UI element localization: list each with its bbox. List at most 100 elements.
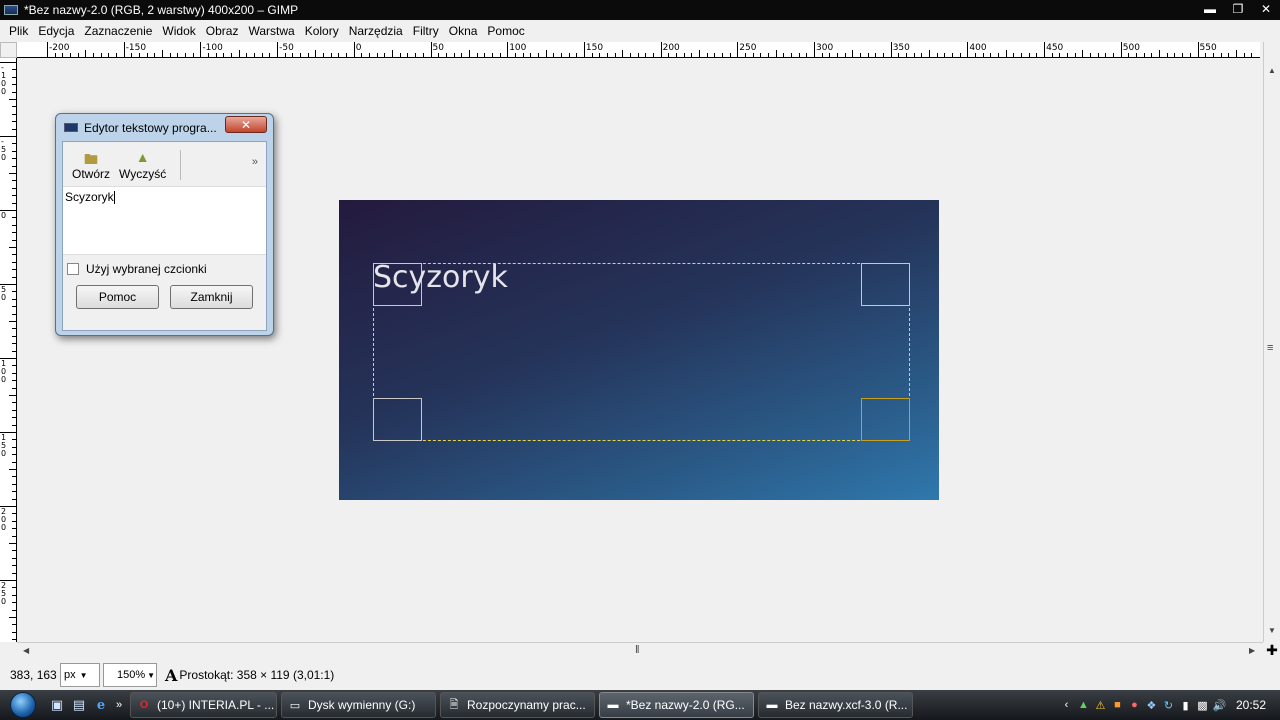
ruler-tick (1028, 53, 1030, 57)
help-button[interactable]: Pomoc (76, 285, 159, 309)
gimp-app-icon (4, 5, 18, 15)
handle-bottom-left[interactable] (373, 398, 422, 441)
ruler-tick (62, 53, 64, 57)
scroll-grip-icon[interactable]: ≡ (1267, 342, 1273, 354)
quick-mask-toggle[interactable] (0, 42, 17, 58)
tray-warning-icon[interactable]: ⚠ (1092, 697, 1109, 713)
ruler-tick (231, 53, 233, 57)
unit-selector[interactable]: px ▼ (60, 663, 100, 687)
ruler-tick (614, 53, 616, 57)
quicklaunch-more-icon[interactable]: » (112, 695, 126, 715)
chevron-down-icon: ▼ (79, 670, 88, 680)
image-canvas[interactable]: Scyzoryk (339, 200, 939, 500)
ruler-tick (376, 53, 378, 57)
tray-network-icon[interactable]: ▲ (1075, 697, 1092, 713)
menu-narzedzia[interactable]: Narzędzia (344, 24, 408, 38)
menu-kolory[interactable]: Kolory (300, 24, 344, 38)
vertical-ruler[interactable]: -100-50050100150200250300 (0, 58, 17, 642)
pointer-coords: 383, 163 (10, 668, 57, 682)
scroll-grip-h-icon[interactable]: ‖ (635, 644, 640, 656)
restore-button[interactable]: ❐ (1224, 0, 1252, 18)
menu-zaznaczenie[interactable]: Zaznaczenie (79, 24, 157, 38)
ruler-tick (12, 187, 16, 189)
use-selected-font-checkbox[interactable] (67, 263, 79, 275)
menu-pomoc[interactable]: Pomoc (482, 24, 529, 38)
ruler-tick (392, 50, 394, 57)
ruler-tick (361, 53, 363, 57)
tray-power-icon[interactable]: ▮ (1177, 697, 1194, 713)
task-document[interactable]: 🗎 Rozpoczynamy prac... (440, 692, 595, 718)
ruler-tick (1120, 42, 1122, 57)
use-selected-font-row[interactable]: Użyj wybranej czcionki (63, 257, 266, 281)
task-opera[interactable]: O (10+) INTERIA.PL - ... (130, 692, 277, 718)
ruler-label: 500 (1122, 43, 1140, 53)
ruler-tick (760, 53, 762, 57)
tray-expand-icon[interactable]: ‹ (1058, 697, 1075, 713)
tray-app-icon[interactable]: ● (1126, 697, 1143, 713)
dialog-body: 🖿 Otwórz ▲ Wyczyść » Scyzoryk Użyj wybra… (62, 141, 267, 331)
ruler-tick (12, 343, 16, 345)
open-label: Otwórz (72, 167, 111, 181)
ruler-tick (54, 53, 56, 57)
gimp-dialog-icon (64, 123, 78, 132)
switch-windows-icon[interactable]: ▤ (68, 695, 90, 715)
open-button[interactable]: 🖿 Otwórz (72, 149, 110, 181)
ruler-tick (12, 165, 16, 167)
handle-top-right[interactable] (861, 263, 910, 306)
tray-network-connection-icon[interactable]: ▩ (1194, 697, 1211, 713)
task-gimp-xcf[interactable]: ▬ Bez nazwy.xcf-3.0 (R... (758, 692, 913, 718)
clear-button[interactable]: ▲ Wyczyść (119, 149, 166, 181)
scroll-left-icon[interactable]: ◀ (23, 646, 29, 655)
tray-bluetooth-icon[interactable]: ❖ (1143, 697, 1160, 713)
ruler-tick (12, 594, 16, 596)
tray-volume-icon[interactable]: 🔊 (1211, 697, 1228, 713)
show-desktop-icon[interactable]: ▣ (46, 695, 68, 715)
ruler-tick (668, 53, 670, 57)
ruler-tick (12, 306, 16, 308)
internet-explorer-icon[interactable]: e (90, 695, 112, 715)
ruler-tick (12, 609, 16, 611)
menu-okna[interactable]: Okna (444, 24, 483, 38)
menu-plik[interactable]: Plik (4, 24, 33, 38)
navigate-icon[interactable]: ✚ (1264, 642, 1280, 659)
ruler-tick (246, 53, 248, 57)
scroll-right-icon[interactable]: ▶ (1249, 646, 1255, 655)
close-window-button[interactable]: ✕ (1252, 0, 1280, 18)
ruler-tick (806, 53, 808, 57)
menu-obraz[interactable]: Obraz (201, 24, 244, 38)
start-button[interactable] (0, 690, 46, 720)
tray-security-icon[interactable]: ■ (1109, 697, 1126, 713)
ruler-tick (507, 42, 509, 57)
tray-update-icon[interactable]: ↻ (1160, 697, 1177, 713)
ruler-tick (1021, 53, 1023, 57)
ruler-tick (12, 232, 16, 234)
ruler-tick (300, 53, 302, 57)
canvas-text-layer[interactable]: Scyzoryk (373, 260, 508, 295)
close-button[interactable]: Zamknij (170, 285, 253, 309)
minimize-button[interactable]: ▬ (1196, 0, 1224, 18)
ruler-tick (591, 53, 593, 57)
ruler-tick (1212, 53, 1214, 57)
clock[interactable]: 20:52 (1236, 698, 1266, 712)
vertical-scrollbar[interactable]: ▲ ≡ ▼ (1263, 42, 1280, 642)
scroll-down-icon[interactable]: ▼ (1268, 626, 1276, 635)
menu-filtry[interactable]: Filtry (408, 24, 444, 38)
ruler-tick (70, 53, 71, 57)
menu-widok[interactable]: Widok (157, 24, 200, 38)
horizontal-scrollbar[interactable]: ◀ ‖ ▶ (17, 642, 1263, 659)
menu-edycja[interactable]: Edycja (33, 24, 79, 38)
horizontal-ruler[interactable]: -200 -150 -100 -50 0 50 100 150 200 250 300 350 400 4… (17, 42, 1260, 58)
menu-warstwa[interactable]: Warstwa (243, 24, 299, 38)
task-removable-drive[interactable]: ▭ Dysk wymienny (G:) (281, 692, 436, 718)
text-editor-area[interactable]: Scyzoryk (63, 187, 266, 255)
task-gimp-active[interactable]: ▬ *Bez nazwy-2.0 (RG... (599, 692, 754, 718)
toolbar-overflow-button[interactable]: » (252, 156, 258, 168)
ruler-tick (177, 53, 179, 57)
ruler-tick (200, 42, 202, 57)
handle-bottom-right[interactable] (861, 398, 910, 441)
scroll-up-icon[interactable]: ▲ (1268, 66, 1276, 75)
ruler-tick (12, 639, 16, 641)
minimize-icon: ▬ (1204, 2, 1216, 16)
zoom-selector[interactable]: 150% ▼ (103, 663, 157, 687)
dialog-close-button[interactable]: ✕ (225, 116, 267, 133)
